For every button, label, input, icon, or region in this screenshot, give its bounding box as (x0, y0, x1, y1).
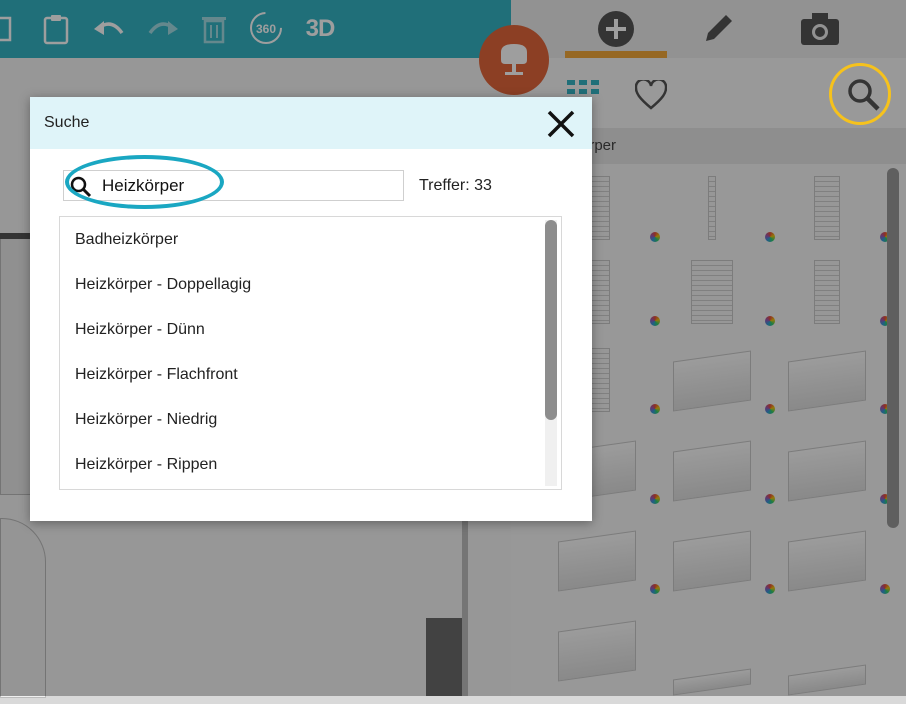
search-field[interactable] (63, 170, 404, 201)
list-item[interactable]: Heizkörper - Flachfront (60, 352, 561, 397)
list-item[interactable]: Heizkörper - Doppellagig (60, 262, 561, 307)
list-item[interactable]: Heizkörper - Rippen (60, 442, 561, 487)
close-button[interactable] (543, 106, 579, 142)
dialog-header: Suche (30, 97, 592, 149)
hit-count: Treffer: 33 (419, 177, 492, 194)
results-scrollbar-thumb[interactable] (545, 220, 557, 420)
dialog-title: Suche (44, 114, 90, 131)
list-item[interactable]: Heizkörper - Dünn (60, 307, 561, 352)
close-icon (547, 110, 575, 138)
list-item[interactable]: Badheizkörper (60, 217, 561, 262)
search-icon (70, 176, 92, 198)
search-input[interactable] (102, 171, 392, 200)
search-dialog: Suche Treffer: 33 Badheizkörper Heizkörp… (30, 97, 592, 521)
search-icon-highlight (829, 63, 891, 125)
search-results-list: Badheizkörper Heizkörper - Doppellagig H… (59, 216, 562, 490)
list-item[interactable]: Heizkörper - Niedrig (60, 397, 561, 442)
